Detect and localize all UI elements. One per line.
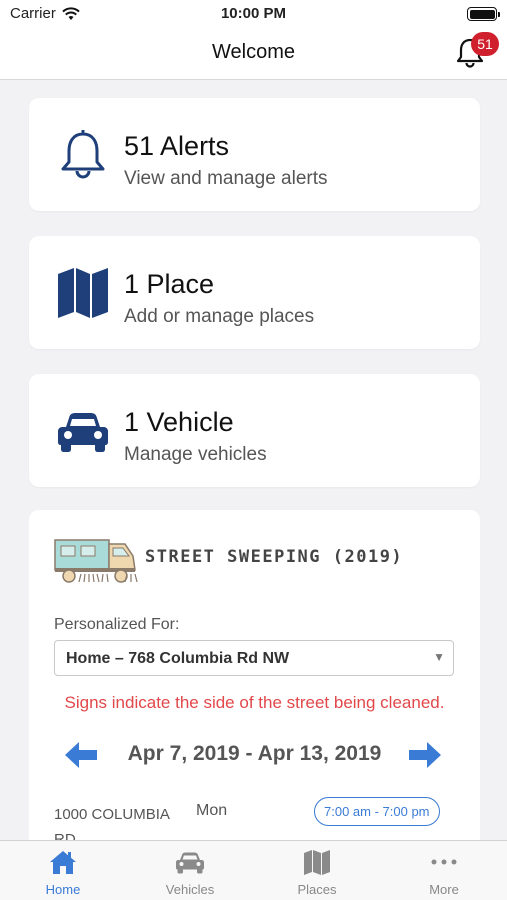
map-icon <box>58 268 108 318</box>
alerts-title: 51 Alerts <box>124 131 230 161</box>
tab-places-label: Places <box>297 882 337 897</box>
chevron-down-icon: ▼ <box>433 650 445 664</box>
tab-places[interactable]: Places <box>254 841 380 900</box>
tab-vehicles[interactable]: Vehicles <box>127 841 253 900</box>
schedule-time-pill: 7:00 am - 7:00 pm <box>314 797 440 826</box>
tab-more[interactable]: More <box>381 841 507 900</box>
tab-more-label: More <box>429 882 459 897</box>
status-bar: Carrier 10:00 PM <box>0 0 507 28</box>
status-time: 10:00 PM <box>220 5 287 22</box>
tab-home-label: Home <box>45 882 81 897</box>
alerts-subtitle: View and manage alerts <box>124 168 328 189</box>
tab-vehicles-label: Vehicles <box>165 882 215 897</box>
vehicles-card[interactable]: 1 Vehicle Manage vehicles <box>29 374 480 487</box>
schedule-day: Mon <box>196 802 228 819</box>
navigation-bar: Welcome 51 <box>0 28 507 80</box>
alerts-card[interactable]: 51 Alerts View and manage alerts <box>29 98 480 211</box>
battery-icon <box>467 7 500 21</box>
car-icon <box>176 852 204 874</box>
street-sweeper-truck-icon <box>54 539 138 583</box>
personalized-for-label: Personalized For: <box>54 616 180 633</box>
more-dots-icon <box>431 859 457 865</box>
sweeping-notice: Signs indicate the side of the street be… <box>64 693 445 712</box>
places-card[interactable]: 1 Place Add or manage places <box>29 236 480 349</box>
week-navigator: Apr 7, 2019 - Apr 13, 2019 <box>29 740 480 770</box>
page-title: Welcome <box>212 41 295 63</box>
bell-icon <box>61 130 105 179</box>
places-title: 1 Place <box>124 269 215 299</box>
home-icon <box>50 851 76 874</box>
places-subtitle: Add or manage places <box>124 306 315 327</box>
tab-bar: Home Vehicles Places More <box>0 840 507 900</box>
place-select-value: Home – 768 Columbia Rd NW <box>66 650 290 667</box>
home-content: 51 Alerts View and manage alerts 1 Place… <box>0 81 507 840</box>
next-week-arrow-icon[interactable] <box>407 740 443 770</box>
place-select[interactable]: Home – 768 Columbia Rd NW ▼ <box>54 640 454 676</box>
street-sweeping-card: STREET SWEEPING (2019) Personalized For:… <box>29 510 480 840</box>
map-icon <box>304 850 330 875</box>
car-icon <box>58 413 108 452</box>
notification-count-badge: 51 <box>471 32 499 56</box>
vehicles-subtitle: Manage vehicles <box>124 444 267 465</box>
vehicles-title: 1 Vehicle <box>124 407 234 437</box>
notifications-button[interactable]: 51 <box>453 32 499 70</box>
street-sweeping-title: STREET SWEEPING (2019) <box>145 547 404 567</box>
tab-home[interactable]: Home <box>0 841 126 900</box>
schedule-address: 1000 COLUMBIA RD <box>54 806 170 840</box>
